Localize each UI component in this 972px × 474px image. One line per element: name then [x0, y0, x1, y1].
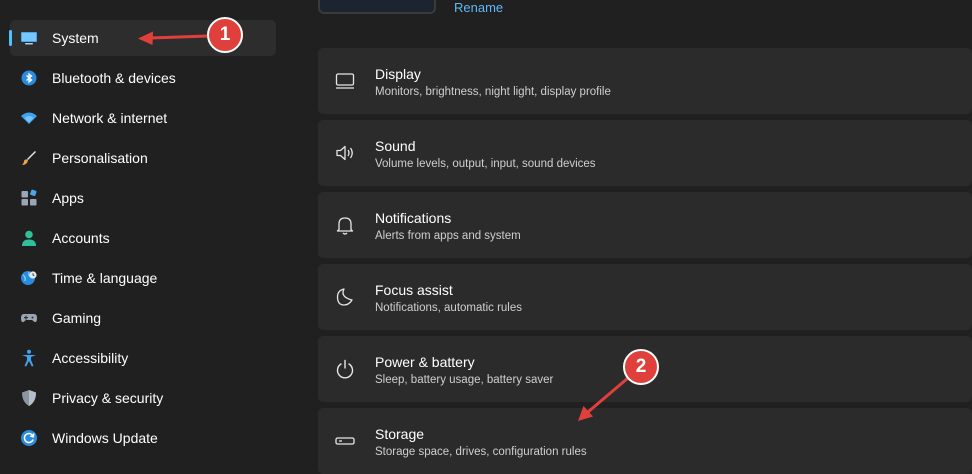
card-title: Power & battery [375, 354, 475, 370]
sidebar-item-personalisation[interactable]: Personalisation [10, 140, 276, 176]
annotation-badge-1: 1 [207, 17, 243, 53]
card-title: Display [375, 66, 421, 82]
sidebar-item-label: Bluetooth & devices [52, 70, 176, 86]
monitor-icon [21, 32, 37, 45]
accessibility-icon [22, 349, 36, 367]
gamepad-icon [21, 314, 37, 323]
sidebar-item-accounts[interactable]: Accounts [10, 220, 276, 256]
device-preview-image [318, 0, 436, 14]
drive-icon [335, 437, 355, 445]
settings-card-storage[interactable]: Storage Storage space, drives, configura… [318, 408, 972, 474]
card-title: Sound [375, 138, 416, 154]
bell-icon [336, 217, 354, 235]
sidebar-item-label: Personalisation [52, 150, 148, 166]
card-title: Focus assist [375, 282, 453, 298]
card-title: Storage [375, 426, 425, 442]
sidebar-item-network[interactable]: Network & internet [10, 100, 276, 136]
sidebar-nav: System Bluetooth & devices Network & int… [0, 0, 290, 474]
shield-icon [22, 390, 36, 406]
apps-icon [21, 189, 37, 206]
settings-card-sound[interactable]: Sound Volume levels, output, input, soun… [318, 120, 972, 186]
sidebar-item-bluetooth[interactable]: Bluetooth & devices [10, 60, 276, 96]
sidebar-item-apps[interactable]: Apps [10, 180, 276, 216]
settings-card-focus-assist[interactable]: Focus assist Notifications, automatic ru… [318, 264, 972, 330]
globe-clock-icon [21, 271, 37, 285]
sidebar-item-label: Accessibility [52, 350, 129, 366]
settings-card-notifications[interactable]: Notifications Alerts from apps and syste… [318, 192, 972, 258]
speaker-icon [336, 145, 353, 161]
update-icon [21, 430, 37, 446]
settings-window: System Bluetooth & devices Network & int… [0, 0, 972, 474]
card-description: Notifications, automatic rules [375, 302, 523, 314]
moon-icon [336, 288, 353, 306]
rename-link[interactable]: Rename [454, 0, 503, 15]
card-description: Storage space, drives, configuration rul… [375, 446, 587, 458]
person-icon [22, 230, 36, 246]
power-icon [336, 359, 354, 379]
sidebar-item-time-language[interactable]: Time & language [10, 260, 276, 296]
card-description: Sleep, battery usage, battery saver [375, 374, 554, 386]
card-title: Notifications [375, 210, 452, 226]
bluetooth-icon [21, 70, 37, 86]
sidebar-item-privacy-security[interactable]: Privacy & security [10, 380, 276, 416]
settings-card-display[interactable]: Display Monitors, brightness, night ligh… [318, 48, 972, 114]
sidebar-item-label: Accounts [52, 230, 110, 246]
sidebar-item-label: Gaming [52, 310, 102, 326]
card-description: Volume levels, output, input, sound devi… [375, 158, 596, 170]
sidebar-item-label: Network & internet [52, 110, 168, 126]
display-icon [335, 73, 355, 89]
sidebar-item-label: System [52, 30, 99, 46]
annotation-badge-2: 2 [623, 349, 659, 385]
wifi-icon [21, 112, 37, 124]
sidebar-item-label: Privacy & security [52, 390, 164, 406]
card-description: Monitors, brightness, night light, displ… [375, 86, 611, 98]
sidebar-item-accessibility[interactable]: Accessibility [10, 340, 276, 376]
sidebar-item-label: Time & language [52, 270, 158, 286]
card-description: Alerts from apps and system [375, 230, 521, 242]
sidebar-item-gaming[interactable]: Gaming [10, 300, 276, 336]
brush-icon [22, 151, 36, 165]
active-indicator [9, 30, 12, 46]
sidebar-item-label: Apps [52, 190, 84, 206]
sidebar-item-windows-update[interactable]: Windows Update [10, 420, 276, 456]
sidebar-item-label: Windows Update [52, 430, 158, 446]
